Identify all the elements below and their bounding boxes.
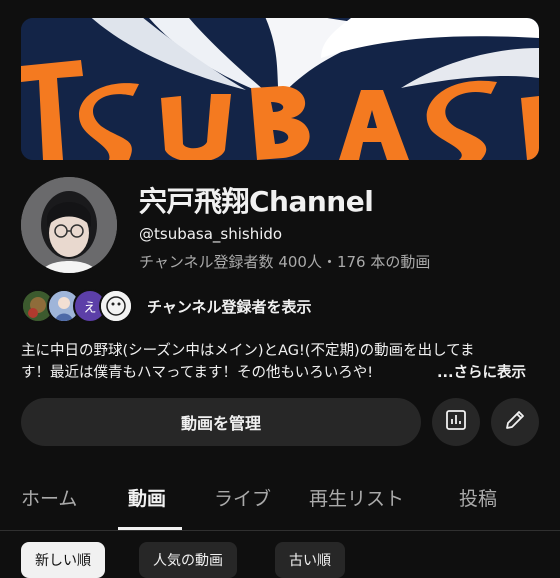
description-fade (384, 362, 434, 384)
analytics-button[interactable] (432, 398, 480, 446)
edit-pencil-icon (503, 408, 527, 436)
show-more-link[interactable]: ...さらに表示 (428, 362, 526, 384)
channel-description[interactable]: 主に中日の野球(シーズン中はメイン)とAG!(不定期)の動画を出してま す！最近… (21, 340, 526, 384)
subscriber-avatars: え (21, 289, 133, 323)
banner-artwork (21, 18, 539, 160)
subscriber-avatar (99, 289, 133, 323)
avatar-image (21, 177, 117, 273)
channel-tabs: ホーム 動画 ライブ 再生リスト 投稿 (0, 470, 560, 531)
tab-home[interactable]: ホーム (21, 484, 77, 511)
chip-oldest[interactable]: 古い順 (275, 542, 345, 578)
view-subscribers-label[interactable]: チャンネル登録者を表示 (147, 296, 312, 317)
analytics-icon (444, 408, 468, 436)
tab-videos[interactable]: 動画 (128, 484, 166, 511)
channel-stats: チャンネル登録者数 400人・176 本の動画 (139, 253, 431, 271)
tab-live[interactable]: ライブ (214, 484, 271, 511)
chip-newest[interactable]: 新しい順 (21, 542, 105, 578)
description-line: す！最近は僕青もハマってます！その他もいろいろや! (21, 365, 374, 381)
subscriber-avatar-letter: え (83, 300, 97, 316)
description-line-truncated: す！最近は僕青もハマってます！その他もいろいろや! ...さらに表示 (21, 362, 526, 384)
tab-playlists[interactable]: 再生リスト (309, 484, 404, 511)
channel-avatar[interactable] (21, 177, 117, 273)
channel-banner (21, 18, 539, 160)
manage-videos-label: 動画を管理 (180, 414, 261, 433)
tab-posts[interactable]: 投稿 (459, 484, 497, 511)
active-tab-indicator (118, 527, 182, 530)
channel-handle: @tsubasa_shishido (139, 225, 283, 243)
view-subscribers-row[interactable]: え チャンネル登録者を表示 (21, 288, 312, 324)
chip-popular[interactable]: 人気の動画 (139, 542, 237, 578)
manage-videos-button[interactable]: 動画を管理 (21, 398, 421, 446)
edit-channel-button[interactable] (491, 398, 539, 446)
channel-name: 宍戸飛翔Channel (139, 185, 374, 218)
description-line: 主に中日の野球(シーズン中はメイン)とAG!(不定期)の動画を出してま (21, 343, 475, 359)
